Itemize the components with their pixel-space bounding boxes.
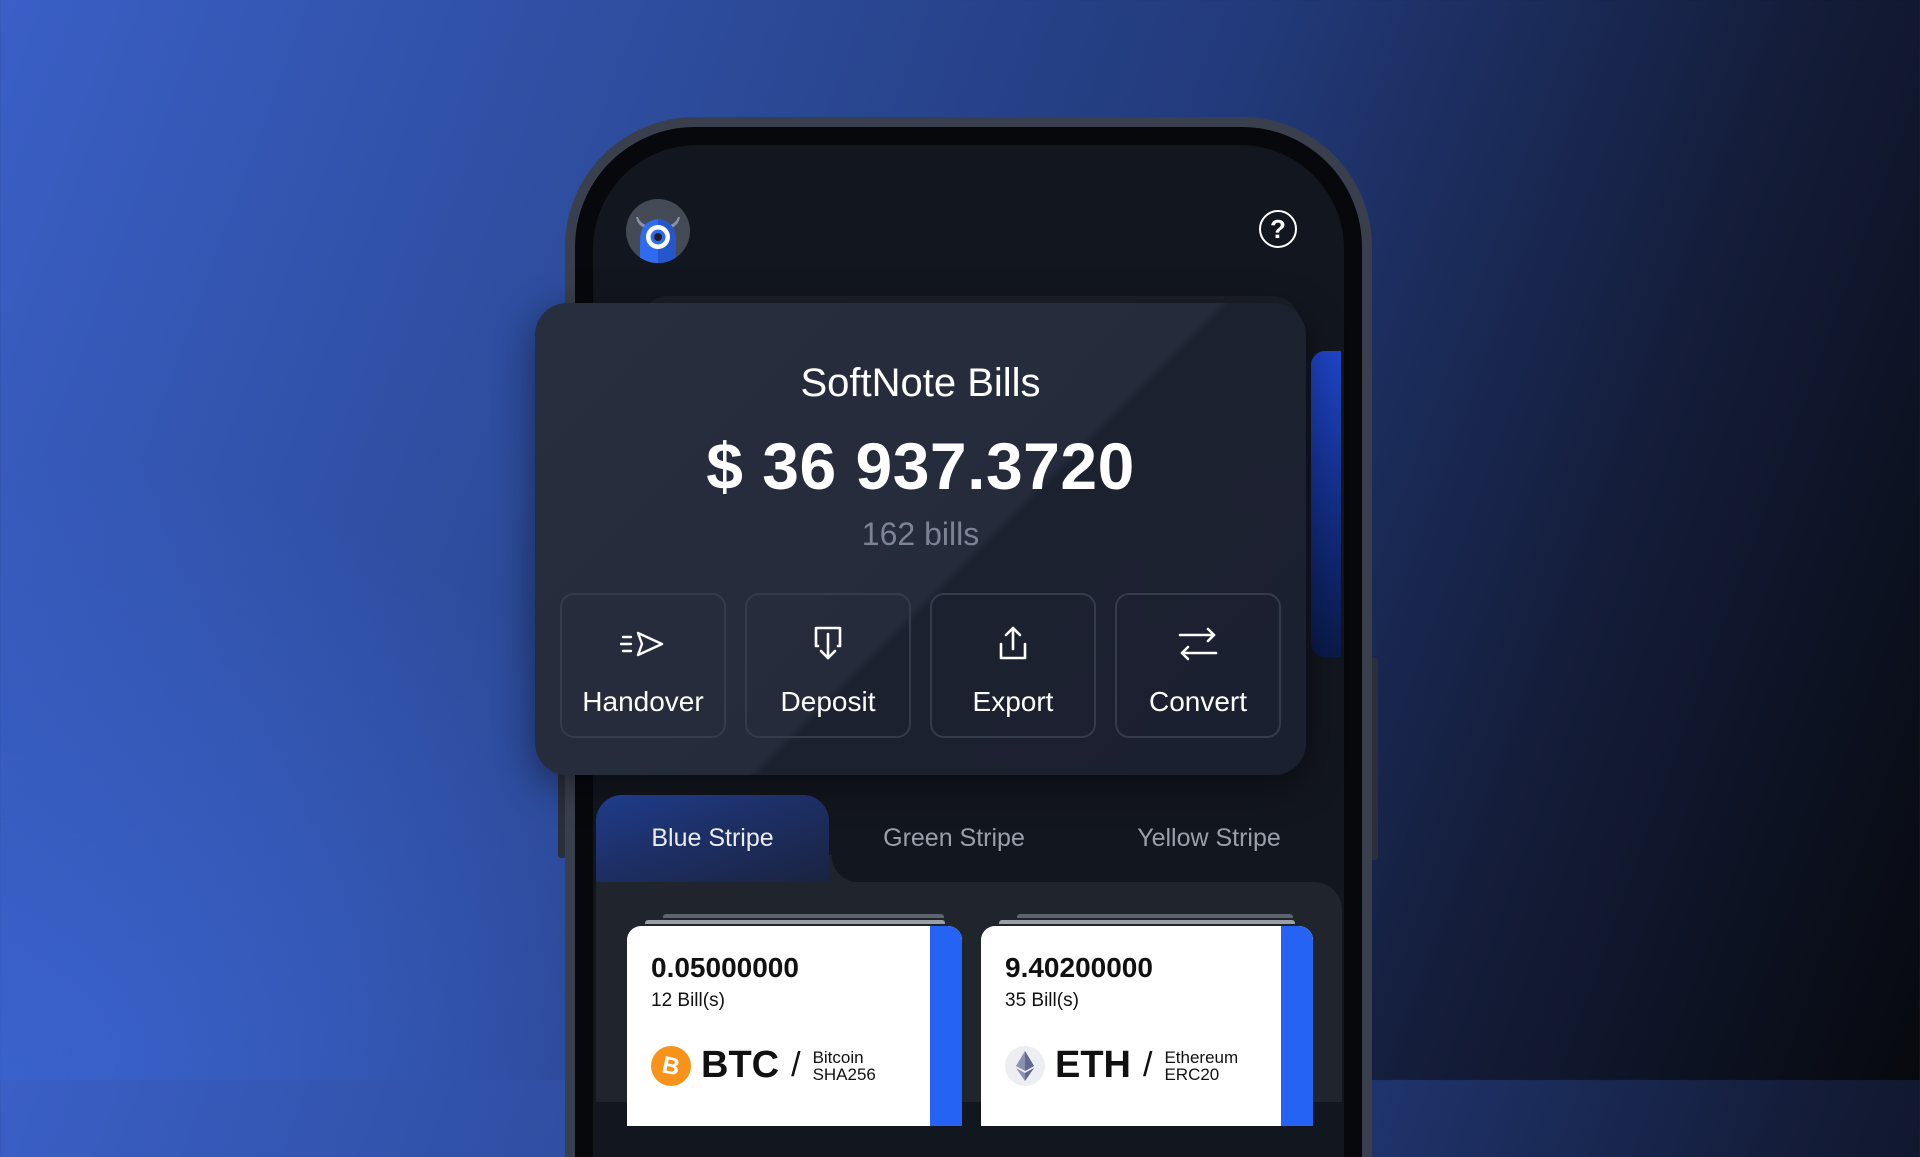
swap-arrows-icon [1174,620,1222,668]
bill-stack-back [663,914,944,918]
convert-button[interactable]: Convert [1115,593,1281,738]
handover-label: Handover [582,686,704,717]
help-button[interactable]: ? [1259,210,1297,248]
coin-ticker: ETH [1055,1044,1131,1086]
bill-amount: 0.05000000 [651,952,799,983]
deposit-arrow-down-icon [804,620,852,668]
action-buttons: Handover Deposit Export Convert [560,593,1281,738]
coin-names: Bitcoin SHA256 [813,1049,876,1083]
next-card-peek[interactable] [1311,351,1341,657]
balance-amount: $ 36 937.3720 [706,429,1135,503]
coin-algo: SHA256 [812,1064,876,1084]
tab-green-stripe[interactable]: Green Stripe [829,795,1079,882]
bill-count: 162 bills [861,516,980,552]
tab-yellow-stripe[interactable]: Yellow Stripe [1079,795,1339,882]
coin-ticker: BTC [701,1044,780,1086]
share-upload-icon [989,620,1037,668]
coin-names: Ethereum ERC20 [1164,1049,1238,1083]
stripe-tabs: Blue Stripe Green Stripe Yellow Stripe [596,795,1342,882]
export-button[interactable]: Export [930,593,1096,738]
divider-slash: / [1143,1046,1153,1084]
deposit-button[interactable]: Deposit [745,593,911,738]
bill-count: 12 Bill(s) [651,990,725,1011]
bill-card-eth[interactable]: 9.40200000 35 Bill(s) ETH / Ethereum ERC… [981,926,1313,1126]
blue-stripe [1281,926,1313,1126]
coin-info: ETH / Ethereum ERC20 [1005,1044,1238,1087]
monster-avatar-icon[interactable] [626,199,690,263]
coin-info: B BTC / Bitcoin SHA256 [651,1044,876,1087]
send-fast-icon [619,620,667,668]
bill-stack-middle [999,920,1295,924]
export-label: Export [972,686,1054,717]
coin-algo: ERC20 [1164,1064,1220,1084]
bill-amount: 9.40200000 [1005,952,1153,983]
phone-side-button-right [1372,658,1378,860]
balance-card: SoftNote Bills $ 36 937.3720 162 bills H… [535,303,1306,775]
bill-stack-middle [645,920,945,924]
phone-side-button-left [558,772,565,858]
balance-title: SoftNote Bills [800,361,1041,405]
question-circle-icon: ? [1270,213,1286,244]
tab-blue-stripe[interactable]: Blue Stripe [596,795,829,882]
bill-stack-back [1017,914,1293,918]
deposit-label: Deposit [780,686,876,717]
handover-button[interactable]: Handover [560,593,726,738]
svg-text:B: B [660,1052,683,1080]
convert-label: Convert [1148,686,1248,717]
divider-slash: / [791,1046,801,1084]
bill-count: 35 Bill(s) [1005,990,1079,1011]
bill-card-btc[interactable]: 0.05000000 12 Bill(s) B BTC / Bitcoin SH… [627,926,962,1126]
blue-stripe [930,926,962,1126]
